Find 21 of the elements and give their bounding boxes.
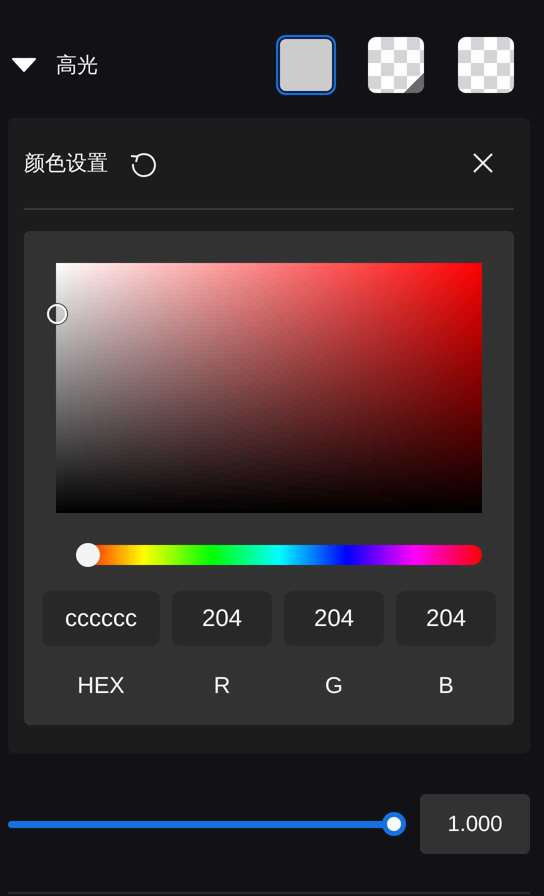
field-label: R [212,671,232,699]
input-field[interactable]: cccccc [42,591,160,646]
color-swatch[interactable] [458,37,514,93]
color-swatch[interactable] [278,37,334,93]
panel-title: 颜色设置 [24,150,108,177]
field-label: HEX [76,671,126,699]
section-title: 高光 [56,52,98,79]
field-label: G [324,671,344,699]
color-swatch[interactable] [368,37,424,93]
slider-thumb[interactable] [76,543,100,567]
hue-slider[interactable] [76,543,482,567]
field-label: B [437,671,455,699]
input-field[interactable]: 1.000 [420,794,530,854]
close-icon[interactable] [472,152,494,174]
input-field[interactable]: 204 [396,591,496,646]
opacity-slider[interactable] [8,812,406,836]
slider-thumb[interactable] [382,812,406,836]
color-cursor[interactable] [47,304,67,324]
input-field[interactable]: 204 [284,591,384,646]
input-field[interactable]: 204 [172,591,272,646]
caret-icon[interactable] [12,57,36,73]
